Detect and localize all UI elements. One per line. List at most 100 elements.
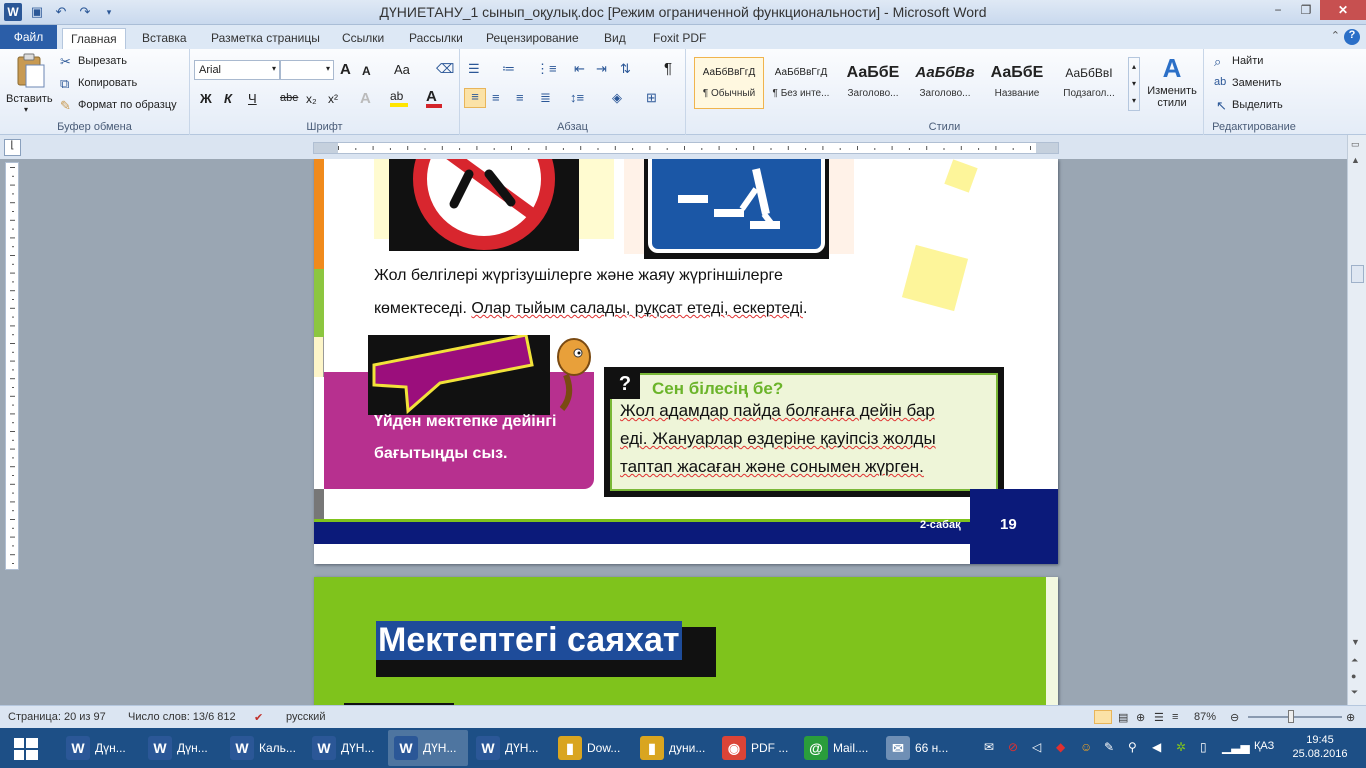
highlight-color-button[interactable]: ab <box>390 89 408 107</box>
tab-view[interactable]: Вид <box>596 28 634 49</box>
increase-indent-icon[interactable]: ⇥ <box>596 61 607 77</box>
tab-file[interactable]: Файл <box>0 25 57 49</box>
cut-button[interactable]: Вырезать <box>78 55 127 67</box>
tab-foxit-pdf[interactable]: Foxit PDF <box>645 28 714 49</box>
decrease-indent-icon[interactable]: ⇤ <box>574 61 585 77</box>
taskbar-item[interactable]: @ Mail.... <box>798 730 878 766</box>
change-styles-button[interactable]: A Изменить стили <box>1144 53 1200 117</box>
tab-review[interactable]: Рецензирование <box>478 28 587 49</box>
restore-button[interactable]: ❐ <box>1292 0 1320 20</box>
input-language[interactable]: ҚАЗ <box>1254 740 1274 752</box>
volume-tray-icon[interactable]: ◁ <box>1032 740 1041 754</box>
text-effects-button[interactable]: A <box>360 90 371 107</box>
strikethrough-button[interactable]: abe <box>280 92 298 104</box>
vertical-ruler[interactable] <box>5 162 19 570</box>
multilevel-list-icon[interactable]: ⋮≡ <box>536 61 557 77</box>
language-indicator[interactable]: русский <box>286 711 325 723</box>
style-subtitle[interactable]: АаБбВвІ Подзагол... <box>1054 57 1124 109</box>
style-title[interactable]: АаБбЕ Название <box>982 57 1052 109</box>
sort-icon[interactable]: ⇅ <box>620 61 631 77</box>
network-share-tray-icon[interactable]: ⚲ <box>1128 740 1137 754</box>
help-icon[interactable]: ? <box>1344 29 1360 45</box>
proofing-icon[interactable]: ✔ <box>254 711 263 724</box>
page-counter[interactable]: Страница: 20 из 97 <box>8 711 106 723</box>
bullets-icon[interactable]: ☰ <box>468 61 480 77</box>
align-left-button[interactable]: ≡ <box>464 88 486 108</box>
copy-button[interactable]: Копировать <box>78 77 137 89</box>
zoom-in-icon[interactable]: ⊕ <box>1346 711 1355 724</box>
update-tray-icon[interactable]: ✲ <box>1176 740 1186 754</box>
subscript-button[interactable]: x₂ <box>306 92 317 106</box>
italic-button[interactable]: К <box>224 91 232 106</box>
taskbar-item[interactable]: W ДҮН... <box>470 730 550 766</box>
minimize-ribbon-icon[interactable]: ⌃ <box>1331 29 1340 42</box>
battery-tray-icon[interactable]: ▯ <box>1200 740 1207 754</box>
line-spacing-icon[interactable]: ↕≡ <box>570 90 584 105</box>
align-right-icon[interactable]: ≡ <box>516 90 524 105</box>
feather-tray-icon[interactable]: ✎ <box>1104 740 1114 754</box>
taskbar-item[interactable]: W ДҮН... <box>388 730 468 766</box>
page-20[interactable]: Мектептегі саяхат <box>314 577 1058 705</box>
document-area[interactable]: Жол белгілері жүргізушілерге және жаяу ж… <box>24 159 1344 705</box>
clear-formatting-icon[interactable]: ⌫ <box>436 61 454 77</box>
page-19[interactable]: Жол белгілері жүргізушілерге және жаяу ж… <box>314 159 1058 564</box>
app-tray-icon[interactable]: ☺ <box>1080 740 1092 754</box>
clock[interactable]: 19:45 25.08.2016 <box>1292 733 1348 761</box>
styles-scroll[interactable]: ▴ ▾ ▾ <box>1128 57 1140 111</box>
scroll-down-icon[interactable]: ▼ <box>1351 637 1360 647</box>
justify-icon[interactable]: ≣ <box>540 90 551 106</box>
tab-selector[interactable]: ⌊ <box>4 139 21 156</box>
style-no-spacing[interactable]: АаБбВвГгД ¶ Без инте... <box>766 57 836 109</box>
start-button[interactable] <box>14 738 38 760</box>
tab-mailings[interactable]: Рассылки <box>401 28 471 49</box>
horizontal-ruler[interactable] <box>313 142 1059 154</box>
minimize-button[interactable]: − <box>1264 0 1292 20</box>
zoom-slider-thumb[interactable] <box>1288 710 1294 723</box>
show-formatting-marks-button[interactable]: ¶ <box>664 60 672 77</box>
underline-button[interactable]: Ч <box>248 91 257 106</box>
vertical-scrollbar[interactable]: ▭ ▲ ▼ ⏶ ● ⏷ <box>1347 135 1366 705</box>
paste-button[interactable]: Вставить ▾ <box>6 53 53 115</box>
taskbar-item[interactable]: W ДҮН... <box>306 730 386 766</box>
change-case-button[interactable]: Aa <box>394 62 410 77</box>
zoom-level[interactable]: 87% <box>1194 711 1216 723</box>
format-painter-button[interactable]: Формат по образцу <box>78 99 177 111</box>
taskbar-item[interactable]: ✉ 66 н... <box>880 730 960 766</box>
font-color-button[interactable]: A <box>426 88 442 108</box>
style-heading-1[interactable]: АаБбЕ Заголово... <box>838 57 908 109</box>
draft-view-icon[interactable]: ≡ <box>1172 711 1178 723</box>
full-screen-view-icon[interactable]: ▤ <box>1118 711 1128 724</box>
taskbar-item[interactable]: W Каль... <box>224 730 304 766</box>
font-size-combo[interactable]: ▾ <box>280 60 334 80</box>
numbering-icon[interactable]: ≔ <box>502 61 515 77</box>
taskbar-item[interactable]: ▮ Dow... <box>552 730 632 766</box>
font-name-combo[interactable]: Arial ▾ <box>194 60 280 80</box>
print-layout-view-icon[interactable] <box>1094 710 1112 724</box>
close-button[interactable]: ✕ <box>1320 0 1366 20</box>
align-center-icon[interactable]: ≡ <box>492 90 500 105</box>
taskbar-item[interactable]: W Дүн... <box>60 730 140 766</box>
scroll-up-icon[interactable]: ▲ <box>1351 155 1360 165</box>
previous-page-icon[interactable]: ⏶ <box>1351 655 1358 666</box>
browse-object-icon[interactable]: ● <box>1351 671 1356 681</box>
superscript-button[interactable]: x² <box>328 92 338 106</box>
mail-tray-icon[interactable]: ✉ <box>984 740 994 754</box>
speaker-tray-icon[interactable]: ◀ <box>1152 740 1161 754</box>
grow-font-button[interactable]: A <box>340 61 351 78</box>
tab-page-layout[interactable]: Разметка страницы <box>203 28 328 49</box>
word-count[interactable]: Число слов: 13/6 812 <box>128 711 236 723</box>
taskbar-item[interactable]: ◉ PDF ... <box>716 730 796 766</box>
ruler-toggle-icon[interactable]: ▭ <box>1351 139 1360 150</box>
antivirus-tray-icon[interactable]: ⊘ <box>1008 740 1018 754</box>
select-button[interactable]: Выделить <box>1232 99 1283 111</box>
bold-button[interactable]: Ж <box>200 91 212 106</box>
style-heading-2[interactable]: АаБбВв Заголово... <box>910 57 980 109</box>
web-view-icon[interactable]: ⊕ <box>1136 711 1145 724</box>
signal-tray-icon[interactable]: ▁▃▅ <box>1222 740 1250 754</box>
tab-insert[interactable]: Вставка <box>134 28 195 49</box>
next-page-icon[interactable]: ⏷ <box>1351 687 1358 698</box>
shading-icon[interactable]: ◈ <box>612 90 622 106</box>
tab-references[interactable]: Ссылки <box>334 28 392 49</box>
taskbar-item[interactable]: ▮ дуни... <box>634 730 714 766</box>
replace-button[interactable]: Заменить <box>1232 77 1281 89</box>
